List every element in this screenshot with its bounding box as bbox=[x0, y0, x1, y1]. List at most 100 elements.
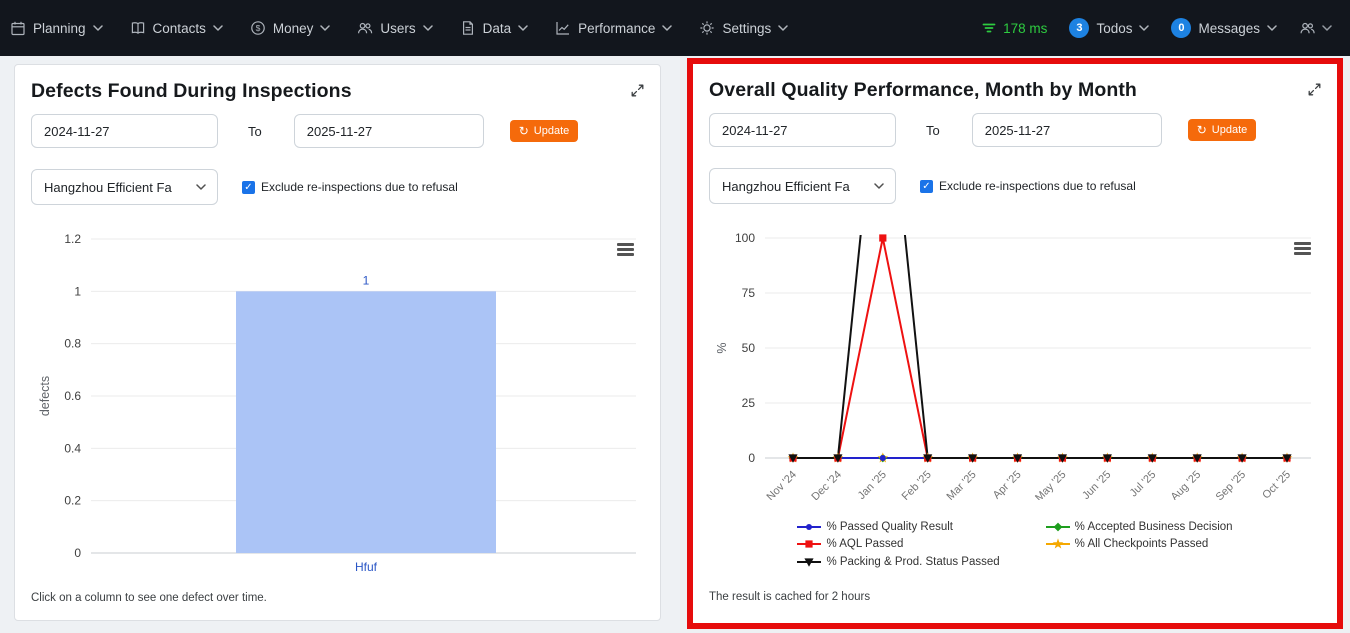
nav-item-data[interactable]: Data bbox=[460, 20, 529, 36]
svg-text:Jan '25: Jan '25 bbox=[856, 469, 889, 500]
line-chart-icon bbox=[556, 22, 570, 35]
nav-item-users[interactable]: Users bbox=[357, 20, 433, 36]
svg-text:0.6: 0.6 bbox=[64, 389, 81, 403]
legend-label: % Passed Quality Result bbox=[826, 520, 953, 533]
svg-text:100: 100 bbox=[735, 232, 755, 245]
signal-icon bbox=[982, 23, 996, 33]
svg-text:defects: defects bbox=[38, 376, 52, 416]
chevron-down-icon bbox=[320, 25, 331, 31]
nav-item-contacts[interactable]: Contacts bbox=[130, 20, 223, 36]
chevron-down-icon bbox=[778, 25, 788, 31]
todos-count-badge: 3 bbox=[1069, 18, 1090, 38]
svg-text:Nov '24: Nov '24 bbox=[765, 469, 800, 500]
expand-icon[interactable] bbox=[1308, 83, 1321, 96]
checkbox-checked-icon: ✓ bbox=[242, 180, 255, 194]
svg-text:Oct '25: Oct '25 bbox=[1260, 469, 1293, 500]
svg-text:0.8: 0.8 bbox=[64, 337, 81, 351]
legend-item[interactable]: % Passed Quality Result bbox=[797, 518, 999, 536]
update-button[interactable]: ↻ Update bbox=[1187, 119, 1257, 141]
legend-item[interactable]: % Packing & Prod. Status Passed bbox=[797, 553, 1000, 571]
svg-text:0: 0 bbox=[74, 546, 81, 560]
panel-title: Defects Found During Inspections bbox=[31, 80, 352, 102]
top-nav: Planning Contacts $ Money Users Data Per… bbox=[0, 0, 1350, 56]
gear-icon bbox=[700, 21, 715, 35]
svg-text:$: $ bbox=[255, 23, 260, 33]
chevron-down-icon bbox=[213, 25, 223, 31]
document-icon bbox=[462, 21, 473, 35]
messages-count-badge: 0 bbox=[1171, 18, 1192, 38]
svg-text:1: 1 bbox=[363, 273, 370, 287]
date-from-input[interactable] bbox=[709, 113, 896, 147]
chevron-down-icon bbox=[1139, 25, 1150, 31]
svg-text:Feb '25: Feb '25 bbox=[900, 469, 934, 500]
users-icon bbox=[358, 22, 373, 34]
nav-item-performance[interactable]: Performance bbox=[555, 20, 673, 36]
legend-item[interactable]: % Accepted Business Decision bbox=[1045, 518, 1233, 536]
nav-item-label: Data bbox=[482, 20, 512, 36]
svg-text:May '25: May '25 bbox=[1033, 469, 1068, 500]
factory-select-value: Hangzhou Efficient Fa bbox=[722, 178, 850, 194]
refresh-icon: ↻ bbox=[518, 124, 529, 138]
svg-text:25: 25 bbox=[742, 396, 756, 410]
svg-text:50: 50 bbox=[742, 341, 756, 355]
panel-title: Overall Quality Performance, Month by Mo… bbox=[709, 79, 1137, 101]
date-to-input[interactable] bbox=[971, 113, 1162, 147]
quality-line-chart[interactable]: 100 75 50 25 0% Nov '24 Dec '24 Jan '25 Feb '25 M… bbox=[693, 232, 1337, 500]
svg-text:1: 1 bbox=[74, 284, 81, 298]
svg-text:0: 0 bbox=[748, 451, 755, 465]
nav-item-label: Settings bbox=[722, 20, 772, 36]
chevron-down-icon bbox=[518, 25, 528, 31]
latency-value: 178 ms bbox=[1003, 20, 1048, 36]
legend-marker-icon bbox=[1045, 522, 1070, 532]
legend-item[interactable]: % All Checkpoints Passed bbox=[1045, 536, 1233, 554]
messages-label: Messages bbox=[1198, 20, 1260, 36]
legend-label: % Packing & Prod. Status Passed bbox=[826, 555, 1000, 568]
chevron-down-icon bbox=[662, 25, 673, 31]
defects-bar-chart[interactable]: 1.2 1 0.8 0.6 0.4 0.2 0 defects 1 Hfuf bbox=[15, 233, 662, 585]
date-to-input[interactable] bbox=[293, 114, 484, 148]
legend-marker-icon bbox=[1045, 538, 1070, 549]
exclude-reinspections-checkbox[interactable]: ✓ Exclude re-inspections due to refusal bbox=[920, 179, 1136, 193]
legend-marker-icon bbox=[797, 540, 822, 548]
chevron-down-icon bbox=[1267, 25, 1277, 31]
legend-marker-icon bbox=[797, 523, 822, 530]
panel-footer: Click on a column to see one defect over… bbox=[31, 592, 267, 604]
chevron-down-icon bbox=[1322, 25, 1332, 31]
dollar-circle-icon: $ bbox=[251, 21, 265, 35]
date-from-input[interactable] bbox=[31, 114, 218, 148]
checkbox-label: Exclude re-inspections due to refusal bbox=[261, 180, 458, 194]
quality-performance-panel: Overall Quality Performance, Month by Mo… bbox=[693, 64, 1337, 623]
panel-footer: The result is cached for 2 hours bbox=[709, 591, 871, 603]
chevron-down-icon bbox=[874, 183, 884, 189]
exclude-reinspections-checkbox[interactable]: ✓ Exclude re-inspections due to refusal bbox=[242, 180, 458, 194]
expand-icon[interactable] bbox=[631, 84, 644, 97]
todos-menu[interactable]: 3 Todos bbox=[1069, 18, 1150, 38]
svg-text:Apr '25: Apr '25 bbox=[991, 469, 1024, 500]
legend-item[interactable]: % AQL Passed bbox=[797, 536, 999, 554]
account-menu[interactable] bbox=[1299, 20, 1332, 36]
factory-select[interactable]: Hangzhou Efficient Fa bbox=[31, 169, 218, 205]
nav-item-planning[interactable]: Planning bbox=[10, 20, 103, 36]
nav-item-money[interactable]: $ Money bbox=[250, 20, 331, 36]
svg-text:%: % bbox=[715, 342, 729, 353]
latency-indicator: 178 ms bbox=[982, 21, 1047, 36]
checkbox-checked-icon: ✓ bbox=[920, 179, 933, 193]
svg-text:Sep '25: Sep '25 bbox=[1214, 469, 1249, 500]
nav-item-label: Contacts bbox=[152, 20, 206, 36]
factory-select[interactable]: Hangzhou Efficient Fa bbox=[709, 168, 896, 204]
update-button[interactable]: ↻ Update bbox=[509, 120, 579, 142]
defects-panel: Defects Found During Inspections To ↻ Up… bbox=[14, 64, 661, 621]
to-label: To bbox=[926, 122, 940, 138]
calendar-icon bbox=[11, 21, 25, 36]
svg-text:0.2: 0.2 bbox=[64, 494, 81, 508]
svg-text:Mar '25: Mar '25 bbox=[945, 469, 979, 500]
messages-menu[interactable]: 0 Messages bbox=[1171, 18, 1277, 38]
refresh-icon: ↻ bbox=[1196, 123, 1207, 137]
nav-item-settings[interactable]: Settings bbox=[699, 20, 788, 36]
svg-text:Hfuf: Hfuf bbox=[355, 560, 378, 574]
users-icon bbox=[1300, 22, 1315, 34]
legend-marker-icon bbox=[797, 558, 822, 567]
svg-text:Jul '25: Jul '25 bbox=[1128, 469, 1159, 500]
legend-label: % AQL Passed bbox=[826, 538, 904, 551]
book-icon bbox=[131, 22, 144, 34]
